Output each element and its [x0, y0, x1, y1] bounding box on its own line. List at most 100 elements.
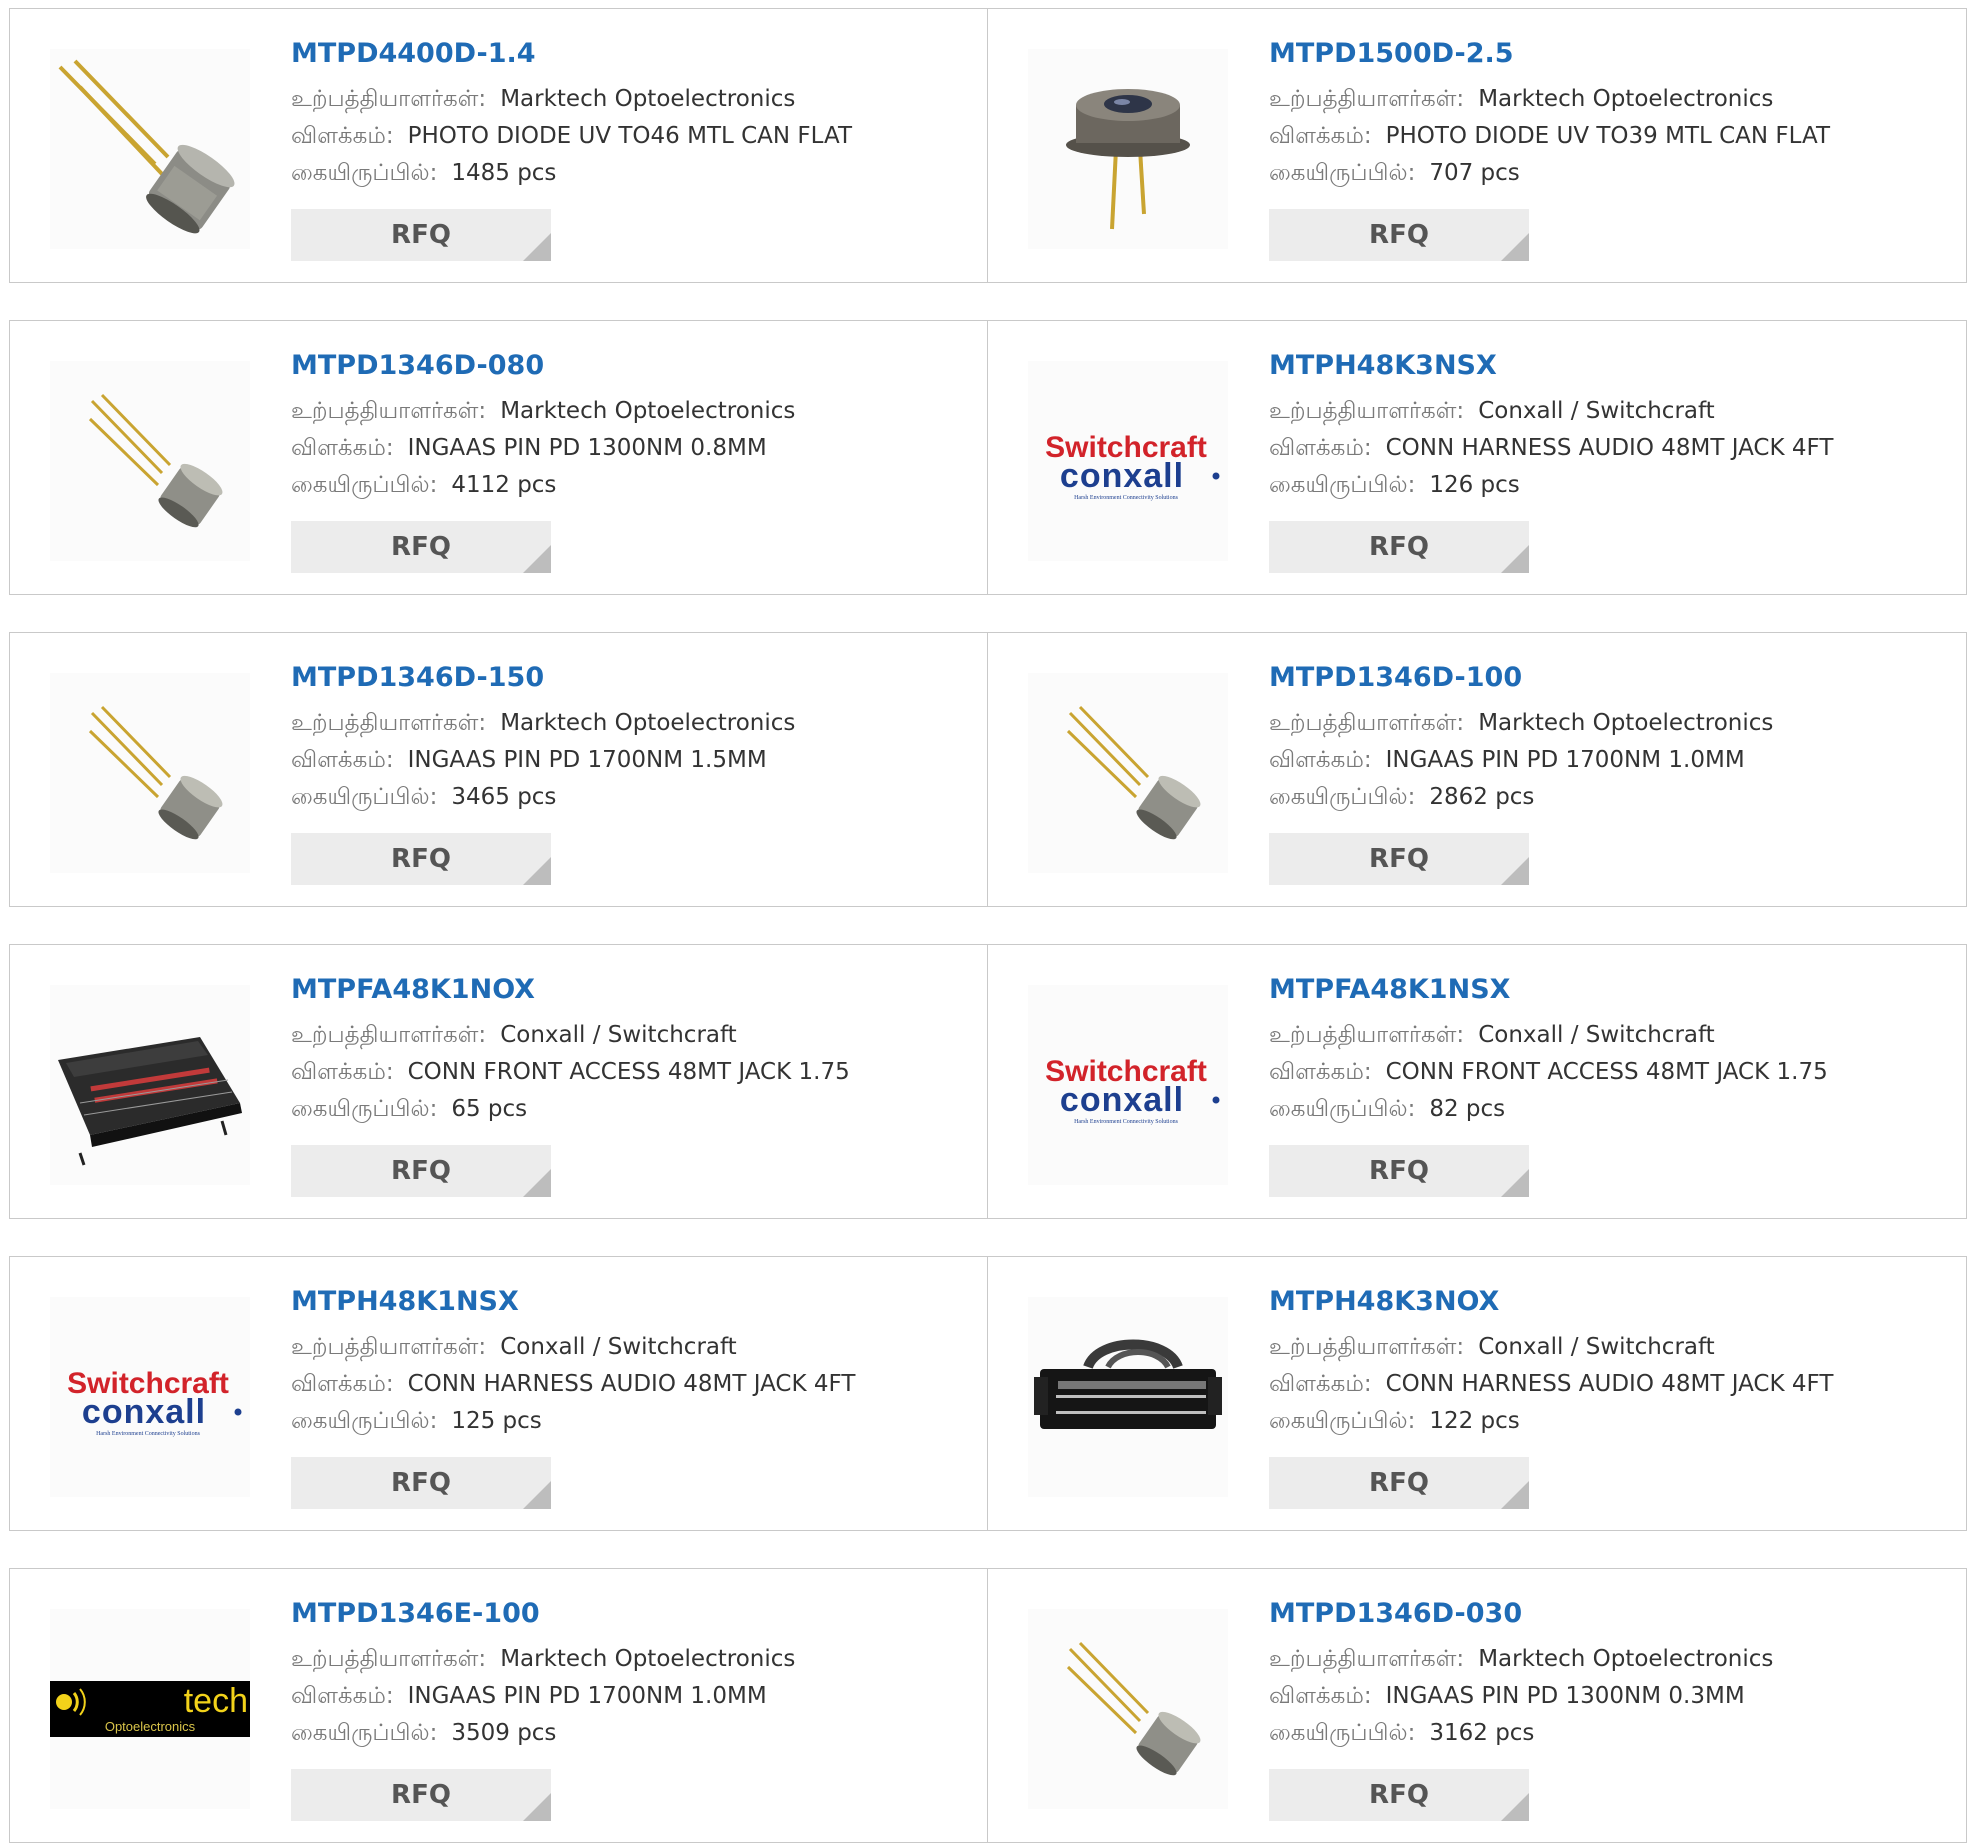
stock-value: 2862 pcs	[1429, 784, 1535, 810]
description-row: விளக்கம்: INGAAS PIN PD 1700NM 1.0MM	[291, 1678, 971, 1715]
product-card: MTPD1346D-030 உற்பத்தியாளர்கள்: Marktech …	[987, 1568, 1967, 1843]
rfq-button[interactable]: RFQ	[1269, 521, 1529, 573]
rfq-corner-icon	[523, 1481, 551, 1509]
rfq-button[interactable]: RFQ	[1269, 833, 1529, 885]
rfq-button[interactable]: RFQ	[1269, 209, 1529, 261]
photodiode-can-small-image[interactable]	[1028, 1609, 1228, 1809]
product-name-link[interactable]: MTPD1346D-030	[1269, 1599, 1949, 1629]
description-row: விளக்கம்: CONN FRONT ACCESS 48MT JACK 1.7…	[291, 1054, 971, 1091]
product-name-link[interactable]: MTPH48K3NOX	[1269, 1287, 1949, 1317]
manufacturer-label: உற்பத்தியாளர்கள்:	[291, 710, 487, 736]
photodiode-to39-window-image[interactable]	[1028, 49, 1228, 249]
description-value: INGAAS PIN PD 1700NM 1.0MM	[1385, 747, 1745, 773]
product-info: MTPH48K3NOX உற்பத்தியாளர்கள்: Conxall / S…	[1269, 1287, 1949, 1440]
stock-row: கையிருப்பில்: 2862 pcs	[1269, 779, 1949, 816]
product-name-link[interactable]: MTPH48K1NSX	[291, 1287, 971, 1317]
switchcraft-conxall-logo-image[interactable]: Switchcraft conxall Harsh Environment Conn…	[1028, 985, 1228, 1185]
product-name-link[interactable]: MTPD1346D-150	[291, 663, 971, 693]
rfq-button[interactable]: RFQ	[291, 833, 551, 885]
stock-label: கையிருப்பில்:	[1269, 784, 1416, 810]
description-label: விளக்கம்:	[291, 747, 394, 773]
description-label: விளக்கம்:	[1269, 1371, 1372, 1397]
manufacturer-label: உற்பத்தியாளர்கள்:	[1269, 1646, 1465, 1672]
description-value: PHOTO DIODE UV TO39 MTL CAN FLAT	[1385, 123, 1830, 149]
product-card: MTPH48K3NOX உற்பத்தியாளர்கள்: Conxall / S…	[987, 1256, 1967, 1531]
photodiode-can-small-image[interactable]	[50, 673, 250, 873]
rfq-label: RFQ	[391, 1156, 451, 1186]
stock-label: கையிருப்பில்:	[1269, 1720, 1416, 1746]
manufacturer-row: உற்பத்தியாளர்கள்: Conxall / Switchcraft	[1269, 1017, 1949, 1054]
product-row: MTPD1346D-150 உற்பத்தியாளர்கள்: Marktech …	[9, 632, 1967, 907]
switchcraft-conxall-logo-image[interactable]: Switchcraft conxall Harsh Environment Conn…	[1028, 361, 1228, 561]
product-row: MTPD1346D-080 உற்பத்தியாளர்கள்: Marktech …	[9, 320, 1967, 595]
manufacturer-row: உற்பத்தியாளர்கள்: Marktech Optoelectronic…	[291, 1641, 971, 1678]
rfq-button[interactable]: RFQ	[291, 521, 551, 573]
description-value: CONN HARNESS AUDIO 48MT JACK 4FT	[1385, 435, 1834, 461]
product-name-link[interactable]: MTPH48K3NSX	[1269, 351, 1949, 381]
rfq-button[interactable]: RFQ	[291, 1457, 551, 1509]
rfq-button[interactable]: RFQ	[1269, 1769, 1529, 1821]
rfq-corner-icon	[523, 545, 551, 573]
description-label: விளக்கம்:	[1269, 123, 1372, 149]
manufacturer-label: உற்பத்தியாளர்கள்:	[1269, 1022, 1465, 1048]
description-row: விளக்கம்: CONN HARNESS AUDIO 48MT JACK 4F…	[1269, 1366, 1949, 1403]
rfq-button[interactable]: RFQ	[291, 1145, 551, 1197]
rfq-button[interactable]: RFQ	[1269, 1145, 1529, 1197]
rfq-button[interactable]: RFQ	[291, 1769, 551, 1821]
rfq-corner-icon	[1501, 545, 1529, 573]
rfq-corner-icon	[523, 857, 551, 885]
description-label: விளக்கம்:	[291, 1683, 394, 1709]
photodiode-can-small-image[interactable]	[1028, 673, 1228, 873]
rfq-button[interactable]: RFQ	[291, 209, 551, 261]
marktech-optoelectronics-logo-image[interactable]: tech Optoelectronics	[50, 1609, 250, 1809]
rfq-corner-icon	[523, 233, 551, 261]
product-row: tech Optoelectronics MTPD1346E-100 உற்பத்…	[9, 1568, 1967, 1843]
product-name-link[interactable]: MTPD4400D-1.4	[291, 39, 971, 69]
stock-value: 4112 pcs	[451, 472, 557, 498]
patch-panel-tray-image[interactable]	[50, 985, 250, 1185]
stock-label: கையிருப்பில்:	[291, 1720, 438, 1746]
stock-label: கையிருப்பில்:	[1269, 1408, 1416, 1434]
product-card: Switchcraft conxall Harsh Environment Conn…	[9, 1256, 989, 1531]
photodiode-can-small-image[interactable]	[50, 361, 250, 561]
product-name-link[interactable]: MTPD1500D-2.5	[1269, 39, 1949, 69]
manufacturer-value: Marktech Optoelectronics	[500, 86, 796, 112]
rfq-label: RFQ	[1369, 1156, 1429, 1186]
manufacturer-value: Conxall / Switchcraft	[1478, 1334, 1715, 1360]
stock-row: கையிருப்பில்: 65 pcs	[291, 1091, 971, 1128]
description-label: விளக்கம்:	[1269, 1059, 1372, 1085]
stock-row: கையிருப்பில்: 1485 pcs	[291, 155, 971, 192]
stock-label: கையிருப்பில்:	[291, 472, 438, 498]
manufacturer-value: Conxall / Switchcraft	[1478, 398, 1715, 424]
patch-panel-harness-image[interactable]	[1028, 1297, 1228, 1497]
product-info: MTPD1346D-030 உற்பத்தியாளர்கள்: Marktech …	[1269, 1599, 1949, 1752]
product-name-link[interactable]: MTPD1346D-100	[1269, 663, 1949, 693]
manufacturer-row: உற்பத்தியாளர்கள்: Marktech Optoelectronic…	[1269, 1641, 1949, 1678]
description-value: INGAAS PIN PD 1300NM 0.3MM	[1385, 1683, 1745, 1709]
product-info: MTPH48K3NSX உற்பத்தியாளர்கள்: Conxall / S…	[1269, 351, 1949, 504]
product-info: MTPFA48K1NOX உற்பத்தியாளர்கள்: Conxall / …	[291, 975, 971, 1128]
switchcraft-conxall-logo-image[interactable]: Switchcraft conxall Harsh Environment Conn…	[50, 1297, 250, 1497]
manufacturer-value: Marktech Optoelectronics	[1478, 86, 1774, 112]
svg-text:tech: tech	[184, 1682, 248, 1720]
stock-value: 82 pcs	[1429, 1096, 1506, 1122]
description-label: விளக்கம்:	[1269, 435, 1372, 461]
product-grid: MTPD4400D-1.4 உற்பத்தியாளர்கள்: Marktech …	[0, 0, 1971, 1843]
product-name-link[interactable]: MTPD1346E-100	[291, 1599, 971, 1629]
product-name-link[interactable]: MTPFA48K1NSX	[1269, 975, 1949, 1005]
product-info: MTPD1346E-100 உற்பத்தியாளர்கள்: Marktech …	[291, 1599, 971, 1752]
photodiode-can-long-leads-image[interactable]	[50, 49, 250, 249]
rfq-label: RFQ	[391, 220, 451, 250]
stock-label: கையிருப்பில்:	[291, 1096, 438, 1122]
description-label: விளக்கம்:	[291, 123, 394, 149]
product-card: Switchcraft conxall Harsh Environment Conn…	[987, 944, 1967, 1219]
product-name-link[interactable]: MTPD1346D-080	[291, 351, 971, 381]
product-row: MTPD4400D-1.4 உற்பத்தியாளர்கள்: Marktech …	[9, 8, 1967, 283]
rfq-corner-icon	[523, 1169, 551, 1197]
product-info: MTPD1346D-100 உற்பத்தியாளர்கள்: Marktech …	[1269, 663, 1949, 816]
manufacturer-row: உற்பத்தியாளர்கள்: Conxall / Switchcraft	[291, 1329, 971, 1366]
svg-text:conxall: conxall	[82, 1393, 206, 1431]
rfq-button[interactable]: RFQ	[1269, 1457, 1529, 1509]
product-name-link[interactable]: MTPFA48K1NOX	[291, 975, 971, 1005]
product-card: MTPD1500D-2.5 உற்பத்தியாளர்கள்: Marktech …	[987, 8, 1967, 283]
